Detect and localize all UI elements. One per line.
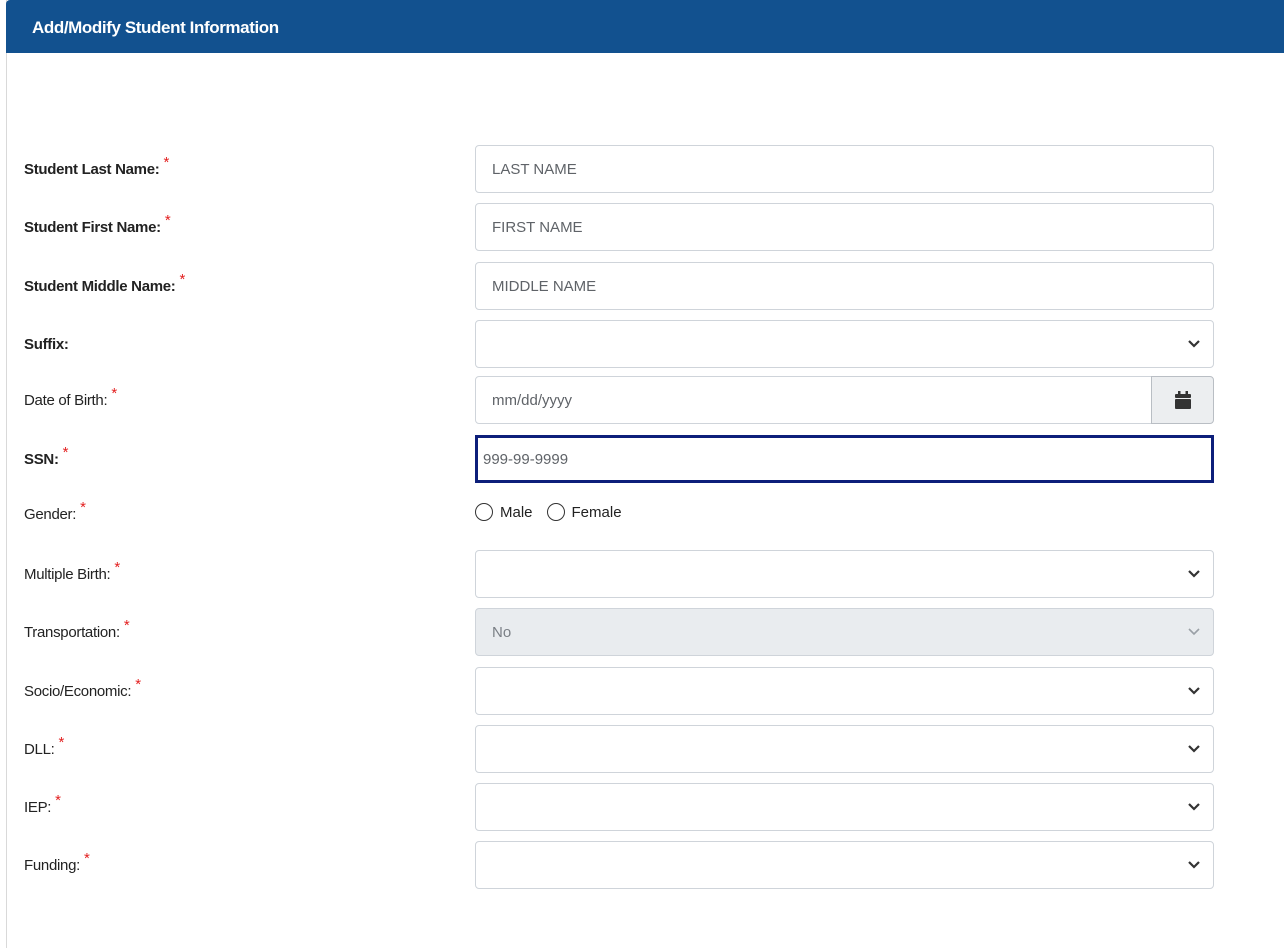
ssn-row: SSN: * — [0, 435, 1284, 483]
male-radio[interactable] — [475, 503, 493, 521]
dob-label: Date of Birth: * — [24, 384, 117, 409]
gender-row: Gender: * Male Female — [0, 490, 1284, 538]
required-marker: * — [164, 211, 171, 229]
gender-male-option[interactable]: Male — [475, 503, 533, 521]
first-name-label: Student First Name: * — [24, 211, 171, 236]
ssn-input[interactable] — [475, 435, 1214, 483]
transportation-select: No — [475, 608, 1214, 656]
required-marker: * — [179, 270, 186, 288]
suffix-label: Suffix: — [24, 335, 69, 353]
dll-select[interactable] — [475, 725, 1214, 773]
gender-radio-group: Male Female — [475, 488, 636, 536]
chevron-down-icon — [1188, 745, 1200, 753]
chevron-down-icon — [1188, 687, 1200, 695]
chevron-down-icon — [1188, 803, 1200, 811]
iep-select[interactable] — [475, 783, 1214, 831]
dll-row: DLL: * — [0, 725, 1284, 773]
required-marker: * — [114, 558, 120, 576]
transportation-label: Transportation: * — [24, 616, 130, 641]
transportation-value: No — [492, 623, 512, 641]
transportation-row: Transportation: * No — [0, 608, 1284, 656]
iep-row: IEP: * — [0, 783, 1284, 831]
calendar-button[interactable] — [1151, 376, 1214, 424]
socio-economic-select[interactable] — [475, 667, 1214, 715]
socio-economic-label: Socio/Economic: * — [24, 675, 141, 700]
required-marker: * — [123, 616, 130, 634]
required-marker: * — [58, 733, 65, 751]
female-label: Female — [571, 503, 622, 521]
page-title: Add/Modify Student Information — [32, 18, 279, 37]
female-radio[interactable] — [546, 503, 565, 521]
dll-label: DLL: * — [24, 733, 65, 758]
iep-label: IEP: * — [24, 791, 61, 816]
last-name-input[interactable] — [475, 145, 1214, 193]
middle-name-row: Student Middle Name: * — [0, 262, 1284, 310]
last-name-label: Student Last Name: * — [24, 153, 169, 178]
first-name-row: Student First Name: * — [0, 203, 1284, 251]
suffix-select[interactable] — [475, 320, 1214, 368]
calendar-icon — [1174, 391, 1191, 409]
required-marker: * — [55, 791, 61, 809]
dob-input[interactable] — [475, 376, 1152, 424]
required-marker: * — [111, 384, 117, 402]
chevron-down-icon — [1188, 861, 1200, 869]
funding-label: Funding: * — [24, 849, 90, 874]
middle-name-input[interactable] — [475, 262, 1214, 310]
required-marker: * — [80, 498, 86, 516]
required-marker: * — [83, 849, 90, 867]
socio-economic-row: Socio/Economic: * — [0, 667, 1284, 715]
last-name-row: Student Last Name: * — [0, 145, 1284, 193]
ssn-label: SSN: * — [24, 443, 69, 468]
middle-name-label: Student Middle Name: * — [24, 270, 186, 295]
required-marker: * — [135, 675, 141, 693]
gender-female-option[interactable]: Female — [546, 503, 622, 521]
funding-row: Funding: * — [0, 841, 1284, 889]
multiple-birth-row: Multiple Birth: * — [0, 550, 1284, 598]
form-header: Add/Modify Student Information — [6, 0, 1284, 53]
first-name-input[interactable] — [475, 203, 1214, 251]
chevron-down-icon — [1188, 570, 1200, 578]
chevron-down-icon — [1188, 340, 1200, 348]
dob-row: Date of Birth: * — [0, 376, 1284, 424]
male-label: Male — [500, 503, 533, 521]
chevron-down-icon — [1188, 628, 1200, 636]
suffix-row: Suffix: — [0, 320, 1284, 368]
gender-label: Gender: * — [24, 498, 86, 523]
funding-select[interactable] — [475, 841, 1214, 889]
multiple-birth-select[interactable] — [475, 550, 1214, 598]
required-marker: * — [62, 443, 69, 461]
required-marker: * — [163, 153, 169, 171]
multiple-birth-label: Multiple Birth: * — [24, 558, 120, 583]
